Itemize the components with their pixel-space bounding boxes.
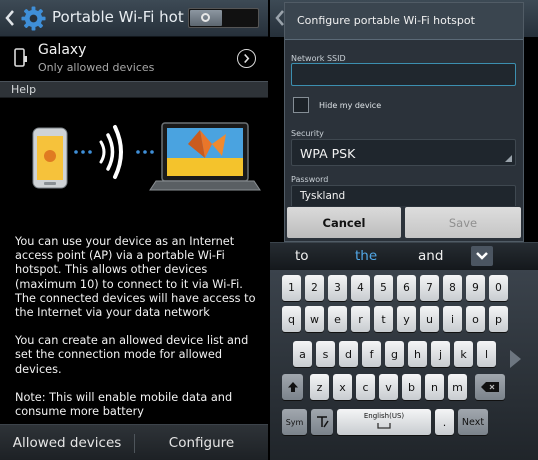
chevron-right-icon[interactable] bbox=[237, 49, 256, 68]
network-name: Galaxy bbox=[38, 42, 87, 58]
key-z[interactable]: z bbox=[310, 374, 329, 400]
security-label: Security bbox=[291, 129, 324, 138]
shift-icon bbox=[287, 382, 298, 392]
help-header-label: Help bbox=[11, 83, 37, 96]
help-description: You can use your device as an Internet a… bbox=[15, 235, 263, 433]
backspace-icon bbox=[481, 382, 499, 392]
key-8[interactable]: 8 bbox=[443, 275, 462, 301]
key-l[interactable]: l bbox=[477, 341, 496, 367]
help-paragraph-2: You can create an allowed device list an… bbox=[15, 334, 249, 376]
hotspot-toggle[interactable] bbox=[188, 8, 259, 28]
space-language-label: English(US) bbox=[363, 412, 405, 420]
hotspot-illustration bbox=[32, 122, 261, 191]
security-select[interactable]: WPA PSK bbox=[291, 139, 516, 166]
wifi-signal-icon bbox=[99, 125, 123, 179]
suggestion-2[interactable]: the bbox=[355, 248, 377, 264]
key-7[interactable]: 7 bbox=[420, 275, 439, 301]
next-key[interactable]: Next bbox=[458, 409, 488, 435]
expand-suggestions-button[interactable] bbox=[471, 246, 493, 266]
help-section-header: Help bbox=[0, 81, 268, 98]
key-x[interactable]: x bbox=[333, 374, 352, 400]
configure-hotspot-dialog: Configure portable Wi-Fi hotspot Network… bbox=[284, 2, 524, 242]
hide-device-checkbox[interactable] bbox=[293, 97, 309, 113]
key-t[interactable]: t bbox=[374, 306, 393, 332]
back-chevron-icon[interactable] bbox=[4, 9, 16, 27]
dropdown-icon bbox=[505, 155, 512, 162]
hotspot-settings-screen: Portable Wi-Fi hotspot Galaxy Only allow… bbox=[0, 0, 268, 460]
network-mode: Only allowed devices bbox=[38, 61, 155, 74]
page-title: Portable Wi-Fi hotspot bbox=[52, 8, 184, 26]
pen-settings-icon bbox=[317, 416, 329, 428]
key-r[interactable]: r bbox=[351, 306, 370, 332]
key-v[interactable]: v bbox=[379, 374, 398, 400]
period-key[interactable]: . bbox=[435, 409, 454, 435]
key-q[interactable]: q bbox=[282, 306, 301, 332]
backspace-key[interactable] bbox=[475, 374, 505, 400]
help-paragraph-3: Note: This will enable mobile data and c… bbox=[15, 390, 233, 419]
key-s[interactable]: s bbox=[316, 341, 335, 367]
key-e[interactable]: e bbox=[328, 306, 347, 332]
dialog-title-bar: Configure portable Wi-Fi hotspot bbox=[285, 3, 523, 40]
key-n[interactable]: n bbox=[425, 374, 444, 400]
key-m[interactable]: m bbox=[448, 374, 467, 400]
key-g[interactable]: g bbox=[385, 341, 404, 367]
key-f[interactable]: f bbox=[362, 341, 381, 367]
suggestion-3[interactable]: and bbox=[418, 248, 443, 264]
dialog-button-row: Cancel Save bbox=[285, 206, 523, 241]
gear-icon bbox=[21, 6, 46, 31]
toggle-knob bbox=[190, 10, 222, 26]
key-b[interactable]: b bbox=[402, 374, 421, 400]
word-suggestion-bar: to the and bbox=[270, 242, 538, 270]
key-3[interactable]: 3 bbox=[328, 275, 347, 301]
cancel-button[interactable]: Cancel bbox=[287, 207, 401, 238]
save-button[interactable]: Save bbox=[405, 207, 521, 238]
key-4[interactable]: 4 bbox=[351, 275, 370, 301]
off-icon bbox=[201, 13, 210, 22]
shift-key[interactable] bbox=[282, 374, 303, 400]
key-j[interactable]: j bbox=[431, 341, 450, 367]
bottom-action-bar: Allowed devices Configure bbox=[0, 424, 268, 460]
key-u[interactable]: u bbox=[420, 306, 439, 332]
configure-button[interactable]: Configure bbox=[135, 425, 268, 460]
phone-icon bbox=[14, 48, 27, 67]
key-2[interactable]: 2 bbox=[305, 275, 324, 301]
chevron-down-icon bbox=[476, 252, 488, 260]
keyboard: 1 2 3 4 5 6 7 8 9 0 q w e r t y u i o p … bbox=[270, 270, 538, 460]
suggestion-1[interactable]: to bbox=[295, 248, 309, 264]
phone-illustration-icon bbox=[32, 127, 68, 189]
laptop-illustration-icon bbox=[149, 122, 261, 191]
password-value: Tyskland bbox=[300, 190, 346, 202]
space-bar-icon bbox=[377, 423, 391, 429]
ssid-input[interactable] bbox=[291, 63, 516, 86]
key-y[interactable]: y bbox=[397, 306, 416, 332]
key-c[interactable]: c bbox=[356, 374, 375, 400]
key-w[interactable]: w bbox=[305, 306, 324, 332]
password-label: Password bbox=[291, 175, 329, 184]
help-paragraph-1: You can use your device as an Internet a… bbox=[15, 235, 256, 320]
dialog-title: Configure portable Wi-Fi hotspot bbox=[297, 14, 475, 27]
key-a[interactable]: a bbox=[293, 341, 312, 367]
key-i[interactable]: i bbox=[443, 306, 462, 332]
key-5[interactable]: 5 bbox=[374, 275, 393, 301]
allowed-devices-button[interactable]: Allowed devices bbox=[0, 425, 134, 460]
sym-key[interactable]: Sym bbox=[282, 409, 307, 435]
keyboard-arrow-icon[interactable] bbox=[510, 350, 521, 368]
space-key[interactable]: English(US) bbox=[337, 409, 431, 435]
key-9[interactable]: 9 bbox=[466, 275, 485, 301]
hide-device-label: Hide my device bbox=[319, 101, 382, 110]
key-6[interactable]: 6 bbox=[397, 275, 416, 301]
hotspot-network-row[interactable]: Galaxy Only allowed devices bbox=[0, 38, 268, 80]
action-bar: Portable Wi-Fi hotspot bbox=[0, 0, 268, 37]
key-0[interactable]: 0 bbox=[489, 275, 508, 301]
security-value: WPA PSK bbox=[300, 146, 356, 161]
key-p[interactable]: p bbox=[489, 306, 508, 332]
ssid-label: Network SSID bbox=[291, 54, 346, 63]
key-1[interactable]: 1 bbox=[282, 275, 301, 301]
configure-hotspot-screen: Configure portable Wi-Fi hotspot Network… bbox=[270, 0, 538, 460]
key-h[interactable]: h bbox=[408, 341, 427, 367]
key-k[interactable]: k bbox=[454, 341, 473, 367]
handwriting-key[interactable] bbox=[311, 409, 333, 435]
key-o[interactable]: o bbox=[466, 306, 485, 332]
key-d[interactable]: d bbox=[339, 341, 358, 367]
